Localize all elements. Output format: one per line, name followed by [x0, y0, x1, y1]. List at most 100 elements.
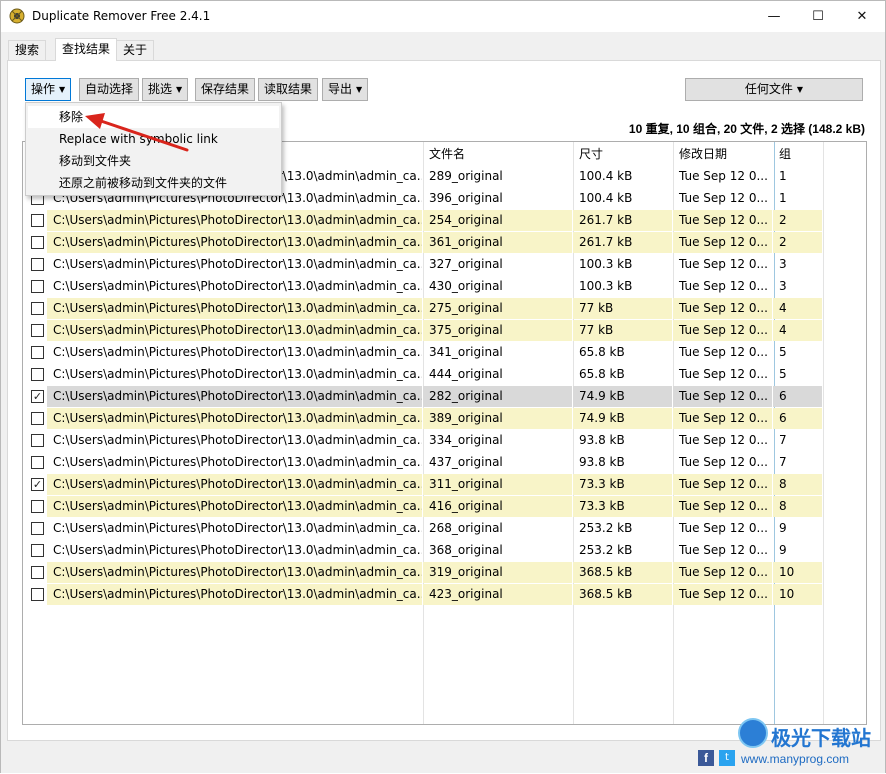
maximize-button[interactable]: ☐ — [795, 1, 841, 32]
row-checkbox[interactable] — [31, 214, 44, 227]
table-row[interactable]: C:\Users\admin\Pictures\PhotoDirector\13… — [23, 210, 823, 232]
row-checkbox[interactable]: ✓ — [31, 478, 44, 491]
cell-filename: 396_original — [429, 191, 503, 205]
menu-item-restore-moved[interactable]: 还原之前被移动到文件夹的文件 — [28, 172, 279, 194]
row-checkbox[interactable] — [31, 522, 44, 535]
results-summary: 10 重复, 10 组合, 20 文件, 2 选择 (148.2 kB) — [628, 122, 865, 136]
table-row[interactable]: C:\Users\admin\Pictures\PhotoDirector\13… — [23, 298, 823, 320]
table-row[interactable]: C:\Users\admin\Pictures\PhotoDirector\13… — [23, 540, 823, 562]
row-checkbox[interactable] — [31, 324, 44, 337]
actions-dropdown-button[interactable]: 操作 ▼ — [25, 78, 72, 101]
table-row[interactable]: C:\Users\admin\Pictures\PhotoDirector\13… — [23, 518, 823, 540]
tab-search[interactable]: 搜索 — [8, 40, 47, 61]
cell-filename: 282_original — [423, 386, 572, 407]
cell-modified-date: Tue Sep 12 0... — [673, 496, 772, 517]
menu-item-move-to-folder[interactable]: 移动到文件夹 — [28, 150, 279, 172]
row-checkbox[interactable] — [31, 544, 44, 557]
table-row[interactable]: C:\Users\admin\Pictures\PhotoDirector\13… — [23, 430, 823, 452]
row-checkbox[interactable] — [31, 456, 44, 469]
cell-group: 4 — [773, 298, 822, 319]
table-row[interactable]: C:\Users\admin\Pictures\PhotoDirector\13… — [23, 254, 823, 276]
cell-modified-date: Tue Sep 12 0... — [679, 433, 768, 447]
cell-path: C:\Users\admin\Pictures\PhotoDirector\13… — [53, 521, 422, 535]
load-results-button[interactable]: 读取结果 — [258, 78, 319, 101]
cell-size: 261.7 kB — [573, 232, 672, 253]
pick-dropdown-button[interactable]: 挑选 ▼ — [142, 78, 189, 101]
cell-group: 8 — [773, 474, 822, 495]
twitter-icon[interactable]: t — [719, 750, 735, 766]
results-table[interactable]: 文件名 尺寸 修改日期 组 C:\Users\admin\Pictures\Ph… — [22, 141, 867, 725]
row-checkbox[interactable] — [31, 346, 44, 359]
cell-group: 4 — [773, 320, 822, 341]
row-checkbox[interactable] — [31, 434, 44, 447]
cell-modified-date: Tue Sep 12 0... — [673, 584, 772, 605]
export-dropdown-button[interactable]: 导出 ▼ — [322, 78, 369, 101]
row-checkbox[interactable] — [31, 302, 44, 315]
cell-path: C:\Users\admin\Pictures\PhotoDirector\13… — [53, 279, 422, 293]
cell-path: C:\Users\admin\Pictures\PhotoDirector\13… — [53, 367, 422, 381]
cell-size: 253.2 kB — [579, 543, 633, 557]
actions-menu: 移除 Replace with symbolic link 移动到文件夹 还原之… — [25, 102, 282, 196]
save-results-button[interactable]: 保存结果 — [195, 78, 256, 101]
cell-path: C:\Users\admin\Pictures\PhotoDirector\13… — [53, 257, 422, 271]
tab-about[interactable]: 关于 — [116, 40, 155, 61]
cell-modified-date: Tue Sep 12 0... — [673, 210, 772, 231]
cell-filename: 437_original — [429, 455, 503, 469]
cell-modified-date: Tue Sep 12 0... — [679, 191, 768, 205]
row-checkbox[interactable] — [31, 500, 44, 513]
row-checkbox[interactable] — [31, 412, 44, 425]
table-row[interactable]: C:\Users\admin\Pictures\PhotoDirector\13… — [23, 276, 823, 298]
cell-group: 9 — [779, 543, 787, 557]
cell-modified-date: Tue Sep 12 0... — [679, 543, 768, 557]
row-checkbox[interactable] — [31, 566, 44, 579]
table-row[interactable]: C:\Users\admin\Pictures\PhotoDirector\13… — [23, 364, 823, 386]
table-row[interactable]: C:\Users\admin\Pictures\PhotoDirector\13… — [23, 562, 823, 584]
table-row[interactable]: C:\Users\admin\Pictures\PhotoDirector\13… — [23, 408, 823, 430]
cell-group: 6 — [773, 408, 822, 429]
row-checkbox[interactable] — [31, 236, 44, 249]
column-header-group[interactable]: 组 — [773, 142, 823, 166]
auto-select-button[interactable]: 自动选择 — [79, 78, 140, 101]
cell-size: 65.8 kB — [579, 345, 625, 359]
table-row[interactable]: C:\Users\admin\Pictures\PhotoDirector\13… — [23, 584, 823, 606]
cell-group: 1 — [779, 169, 787, 183]
cell-size: 93.8 kB — [579, 433, 625, 447]
cell-filename: 444_original — [429, 367, 503, 381]
row-checkbox[interactable] — [31, 258, 44, 271]
file-filter-dropdown[interactable]: 任何文件 ▼ — [685, 78, 863, 101]
table-row[interactable]: ✓ C:\Users\admin\Pictures\PhotoDirector\1… — [23, 386, 823, 408]
row-checkbox[interactable] — [31, 368, 44, 381]
cell-size: 74.9 kB — [573, 408, 672, 429]
menu-item-replace-symlink[interactable]: Replace with symbolic link — [28, 128, 279, 150]
table-row[interactable]: C:\Users\admin\Pictures\PhotoDirector\13… — [23, 496, 823, 518]
table-row[interactable]: C:\Users\admin\Pictures\PhotoDirector\13… — [23, 232, 823, 254]
cell-group: 10 — [773, 562, 822, 583]
cell-modified-date: Tue Sep 12 0... — [673, 408, 772, 429]
minimize-button[interactable]: — — [751, 1, 797, 32]
close-button[interactable]: ✕ — [839, 1, 885, 32]
cell-group: 5 — [779, 367, 787, 381]
table-row[interactable]: C:\Users\admin\Pictures\PhotoDirector\13… — [23, 320, 823, 342]
column-header-modified-date[interactable]: 修改日期 — [673, 142, 773, 166]
cell-size: 253.2 kB — [579, 521, 633, 535]
menu-item-remove[interactable]: 移除 — [28, 106, 279, 128]
table-row[interactable]: C:\Users\admin\Pictures\PhotoDirector\13… — [23, 342, 823, 364]
facebook-icon[interactable]: f — [698, 750, 714, 766]
cell-path: C:\Users\admin\Pictures\PhotoDirector\13… — [47, 408, 422, 429]
cell-group: 2 — [773, 232, 822, 253]
watermark-logo-icon — [738, 718, 768, 748]
row-checkbox[interactable]: ✓ — [31, 390, 44, 403]
pick-label: 挑选 — [148, 82, 173, 96]
column-header-size[interactable]: 尺寸 — [573, 142, 673, 166]
cell-modified-date: Tue Sep 12 0... — [679, 521, 768, 535]
table-row[interactable]: C:\Users\admin\Pictures\PhotoDirector\13… — [23, 452, 823, 474]
cell-filename: 289_original — [429, 169, 503, 183]
tab-results[interactable]: 查找结果 — [55, 38, 118, 61]
row-checkbox[interactable] — [31, 588, 44, 601]
cell-group: 3 — [779, 257, 787, 271]
table-row[interactable]: ✓ C:\Users\admin\Pictures\PhotoDirector\1… — [23, 474, 823, 496]
cell-modified-date: Tue Sep 12 0... — [673, 320, 772, 341]
watermark-title: 极光下载站 — [771, 726, 871, 750]
column-header-filename[interactable]: 文件名 — [423, 142, 573, 166]
row-checkbox[interactable] — [31, 280, 44, 293]
